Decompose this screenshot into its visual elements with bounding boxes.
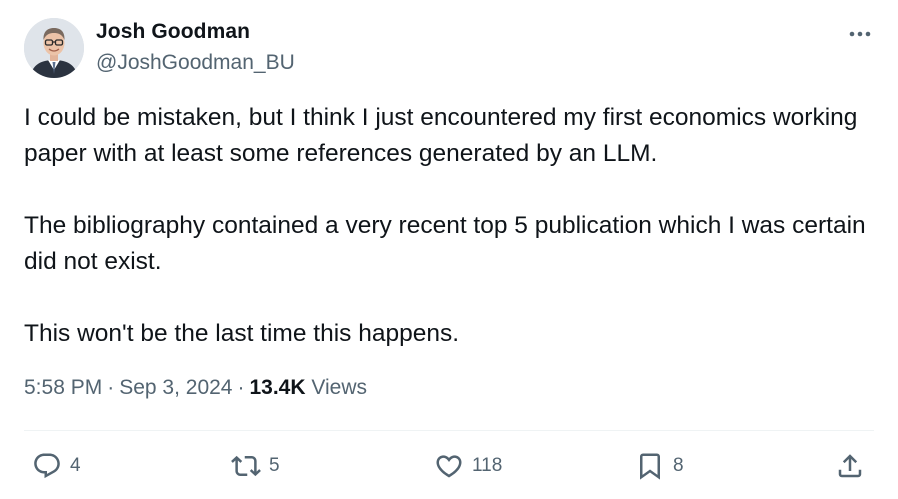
reply-icon	[34, 453, 60, 479]
author-display-name[interactable]: Josh Goodman	[96, 20, 250, 44]
tweet-card: Josh Goodman @JoshGoodman_BU I could be …	[0, 0, 898, 499]
action-bar: 4 5 118 8	[0, 444, 898, 488]
author-handle[interactable]: @JoshGoodman_BU	[96, 51, 295, 75]
tweet-meta: 5:58 PM · Sep 3, 2024 · 13.4K Views	[24, 376, 367, 400]
tweet-time[interactable]: 5:58 PM	[24, 376, 102, 399]
tweet-date[interactable]: Sep 3, 2024	[119, 376, 232, 399]
separator-dot: ·	[107, 376, 115, 399]
share-icon	[838, 454, 862, 478]
like-button[interactable]: 118	[434, 450, 502, 482]
more-options-button[interactable]	[846, 26, 874, 42]
reply-count: 4	[70, 455, 81, 476]
separator-dot: ·	[237, 376, 245, 399]
like-count: 118	[472, 455, 503, 476]
bookmark-icon	[640, 453, 660, 480]
divider	[24, 430, 874, 431]
tweet-paragraph: I could be mistaken, but I think I just …	[24, 104, 858, 167]
views-count[interactable]: 13.4K	[249, 376, 305, 399]
tweet-paragraph: This won't be the last time this happens…	[24, 320, 460, 347]
repost-button[interactable]: 5	[231, 450, 280, 482]
bookmark-count: 8	[673, 455, 684, 476]
reply-button[interactable]: 4	[32, 450, 81, 482]
tweet-text: I could be mistaken, but I think I just …	[24, 100, 874, 352]
repost-icon	[231, 455, 261, 477]
avatar-photo-icon	[24, 18, 84, 78]
tweet-paragraph: The bibliography contained a very recent…	[24, 212, 866, 275]
more-dots-icon	[849, 31, 871, 37]
share-button[interactable]	[835, 450, 865, 482]
avatar[interactable]	[24, 18, 84, 78]
bookmark-button[interactable]: 8	[635, 450, 684, 482]
views-label: Views	[311, 376, 368, 399]
repost-count: 5	[269, 455, 280, 476]
heart-icon	[436, 455, 462, 478]
